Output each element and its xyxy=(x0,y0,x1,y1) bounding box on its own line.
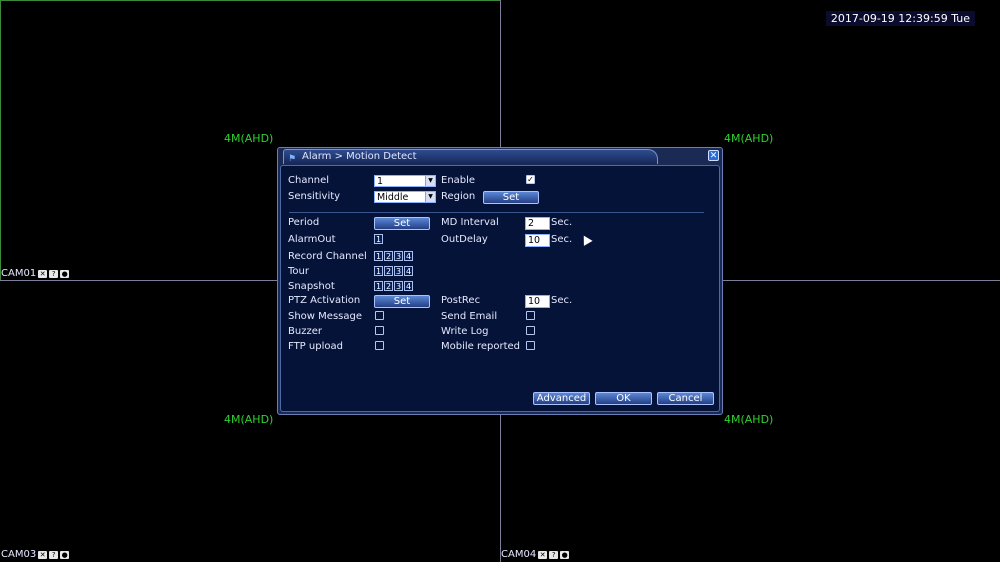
cam3-label[interactable]: CAM03 ✕ ? ● xyxy=(1,549,70,560)
record-channels: 1 2 3 4 xyxy=(374,251,413,261)
postrec-input[interactable]: 10 xyxy=(525,295,550,308)
outdelay-unit: Sec. xyxy=(551,234,573,245)
record-channel-2[interactable]: 2 xyxy=(384,251,393,261)
send-email-checkbox[interactable] xyxy=(526,311,535,320)
cam4-label[interactable]: CAM04 ✕ ? ● xyxy=(501,549,570,560)
advanced-button[interactable]: Advanced xyxy=(533,392,590,405)
period-label: Period xyxy=(288,217,320,228)
md-interval-label: MD Interval xyxy=(441,217,499,228)
cam4-name: CAM04 xyxy=(501,549,537,560)
ptz-set-button[interactable]: Set xyxy=(374,295,430,308)
sensitivity-select[interactable]: Middle ▼ xyxy=(374,191,436,203)
record-channel-3[interactable]: 3 xyxy=(394,251,403,261)
mobile-reported-label: Mobile reported xyxy=(441,341,521,352)
snapshot-channel-3[interactable]: 3 xyxy=(394,281,403,291)
cam2-resolution: 4M(AHD) xyxy=(724,132,774,145)
ok-button[interactable]: OK xyxy=(595,392,652,405)
camera-icon: ● xyxy=(60,269,70,278)
sensitivity-label: Sensitivity xyxy=(288,191,341,202)
cam1-label[interactable]: CAM01 ✕ ? ● xyxy=(1,268,70,279)
show-message-label: Show Message xyxy=(288,311,362,322)
tour-label: Tour xyxy=(288,266,309,277)
record-channel-label: Record Channel xyxy=(288,251,367,262)
tour-channels: 1 2 3 4 xyxy=(374,266,413,276)
camera-icon: ● xyxy=(560,550,570,559)
record-channel-4[interactable]: 4 xyxy=(404,251,413,261)
md-interval-unit: Sec. xyxy=(551,217,573,228)
mobile-reported-checkbox[interactable] xyxy=(526,341,535,350)
tour-channel-4[interactable]: 4 xyxy=(404,266,413,276)
dialog-title-tab: ⚑ Alarm > Motion Detect xyxy=(283,149,658,164)
send-email-label: Send Email xyxy=(441,311,498,322)
cam3-resolution: 4M(AHD) xyxy=(224,413,274,426)
cancel-button[interactable]: Cancel xyxy=(657,392,714,405)
region-label: Region xyxy=(441,191,476,202)
cam1-resolution: 4M(AHD) xyxy=(224,132,274,145)
snapshot-channels: 1 2 3 4 xyxy=(374,281,413,291)
snapshot-channel-4[interactable]: 4 xyxy=(404,281,413,291)
no-audio-icon: ✕ xyxy=(38,269,48,278)
channel-select[interactable]: 1 ▼ xyxy=(374,175,436,187)
channel-label: Channel xyxy=(288,175,330,186)
record-channel-1[interactable]: 1 xyxy=(374,251,383,261)
cam3-name: CAM03 xyxy=(1,549,37,560)
snapshot-channel-1[interactable]: 1 xyxy=(374,281,383,291)
enable-label: Enable xyxy=(441,175,476,186)
buzzer-label: Buzzer xyxy=(288,326,322,337)
buzzer-checkbox[interactable] xyxy=(375,326,384,335)
postrec-unit: Sec. xyxy=(551,295,573,306)
cam1-name: CAM01 xyxy=(1,268,37,279)
alarm-icon: ⚑ xyxy=(288,154,297,164)
ftp-upload-label: FTP upload xyxy=(288,341,343,352)
help-icon: ? xyxy=(549,550,559,559)
write-log-label: Write Log xyxy=(441,326,489,337)
chevron-down-icon: ▼ xyxy=(425,192,435,202)
ptz-activation-label: PTZ Activation xyxy=(288,295,361,306)
outdelay-input[interactable]: 10 xyxy=(525,234,550,247)
no-audio-icon: ✕ xyxy=(538,550,548,559)
postrec-label: PostRec xyxy=(441,295,481,306)
tour-channel-3[interactable]: 3 xyxy=(394,266,403,276)
outdelay-label: OutDelay xyxy=(441,234,488,245)
alarmout-label: AlarmOut xyxy=(288,234,336,245)
region-set-button[interactable]: Set xyxy=(483,191,539,204)
close-icon[interactable]: ✕ xyxy=(708,150,719,161)
camera-icon: ● xyxy=(60,550,70,559)
snapshot-label: Snapshot xyxy=(288,281,335,292)
ftp-upload-checkbox[interactable] xyxy=(375,341,384,350)
no-audio-icon: ✕ xyxy=(38,550,48,559)
show-message-checkbox[interactable] xyxy=(375,311,384,320)
dialog-title: Alarm > Motion Detect xyxy=(302,151,417,162)
motion-detect-dialog: ⚑ Alarm > Motion Detect ✕ Channel 1 ▼ En… xyxy=(277,147,723,415)
section-divider xyxy=(289,212,704,213)
dialog-body: Channel 1 ▼ Enable ✓ Sensitivity Middle … xyxy=(280,165,720,412)
write-log-checkbox[interactable] xyxy=(526,326,535,335)
tour-channel-2[interactable]: 2 xyxy=(384,266,393,276)
cam4-resolution: 4M(AHD) xyxy=(724,413,774,426)
md-interval-input[interactable]: 2 xyxy=(525,217,550,230)
channel-value: 1 xyxy=(377,176,384,187)
chevron-down-icon: ▼ xyxy=(425,176,435,186)
enable-checkbox[interactable]: ✓ xyxy=(526,175,535,184)
period-set-button[interactable]: Set xyxy=(374,217,430,230)
datetime-display: 2017-09-19 12:39:59 Tue xyxy=(825,11,975,26)
help-icon: ? xyxy=(49,550,59,559)
help-icon: ? xyxy=(49,269,59,278)
alarmout-channels: 1 xyxy=(374,234,383,244)
sensitivity-value: Middle xyxy=(377,192,409,203)
tour-channel-1[interactable]: 1 xyxy=(374,266,383,276)
alarmout-channel-1[interactable]: 1 xyxy=(374,234,383,244)
snapshot-channel-2[interactable]: 2 xyxy=(384,281,393,291)
